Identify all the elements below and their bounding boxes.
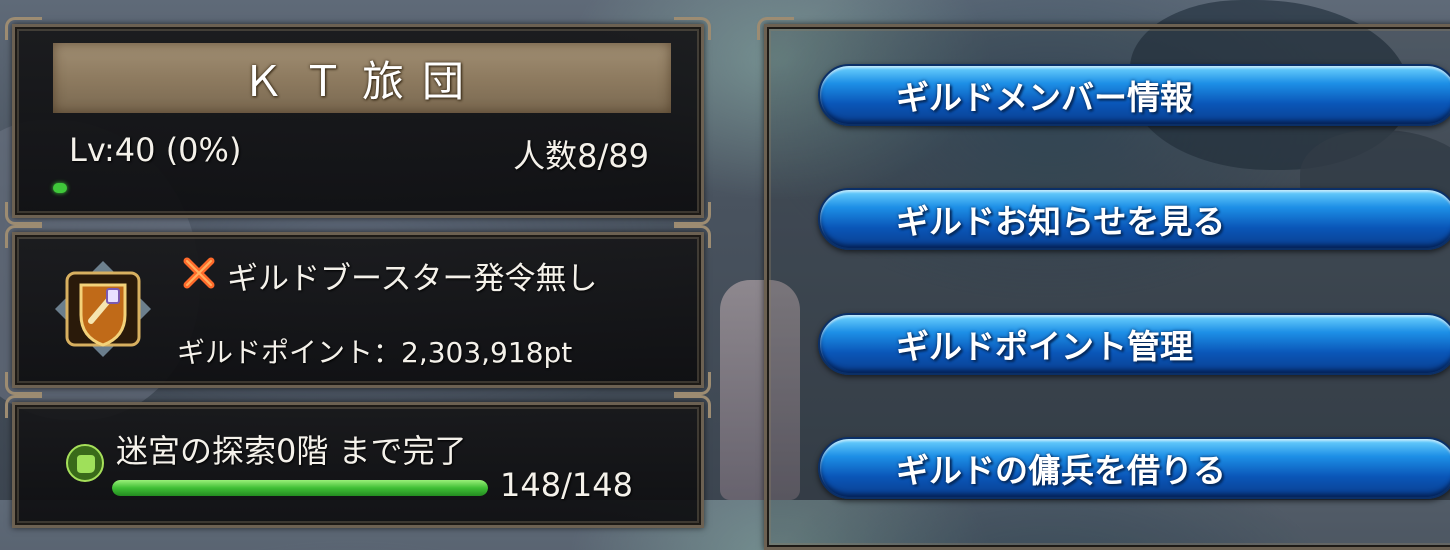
ornament-icon — [5, 225, 42, 248]
guild-booster-emblem-icon — [53, 259, 153, 359]
ornament-icon — [674, 372, 711, 395]
ornament-icon — [5, 395, 42, 418]
ornament-icon — [757, 17, 794, 40]
labyrinth-progress-count: 148/148 — [500, 466, 633, 504]
ornament-icon — [5, 17, 42, 40]
ornament-icon — [674, 225, 711, 248]
ornament-icon — [5, 372, 42, 395]
guild-member-info-button[interactable]: ギルドメンバー情報 — [818, 64, 1450, 126]
x-mark-icon — [181, 253, 217, 293]
guild-info-panel: ＫＴ旅団 Lv:40 (0%) 人数8/89 — [5, 17, 711, 225]
ornament-icon — [674, 395, 711, 418]
booster-status: ギルドブースター発令無し — [227, 261, 598, 297]
ornament-icon — [674, 17, 711, 40]
labyrinth-progress-bar — [112, 480, 488, 496]
guild-member-count: 人数8/89 — [513, 137, 649, 175]
guild-booster-panel: ギルドブースター発令無し ギルドポイント：2,303,918pt — [5, 225, 711, 395]
ornament-icon — [5, 202, 42, 225]
labyrinth-progress-label: 迷宮の探索0階 まで完了 — [116, 432, 467, 470]
guild-notice-button[interactable]: ギルドお知らせを見る — [818, 188, 1450, 250]
guild-points: ギルドポイント：2,303,918pt — [177, 336, 573, 369]
guild-mercenary-button[interactable]: ギルドの傭兵を借りる — [818, 437, 1450, 499]
guild-level: Lv:40 (0%) — [69, 131, 242, 169]
ornament-icon — [674, 202, 711, 225]
labyrinth-progress-fill — [112, 480, 488, 496]
level-progress-indicator — [53, 183, 67, 193]
guild-point-management-button[interactable]: ギルドポイント管理 — [818, 313, 1450, 375]
green-fist-icon — [65, 443, 105, 483]
guild-name: ＫＴ旅団 — [53, 43, 671, 113]
